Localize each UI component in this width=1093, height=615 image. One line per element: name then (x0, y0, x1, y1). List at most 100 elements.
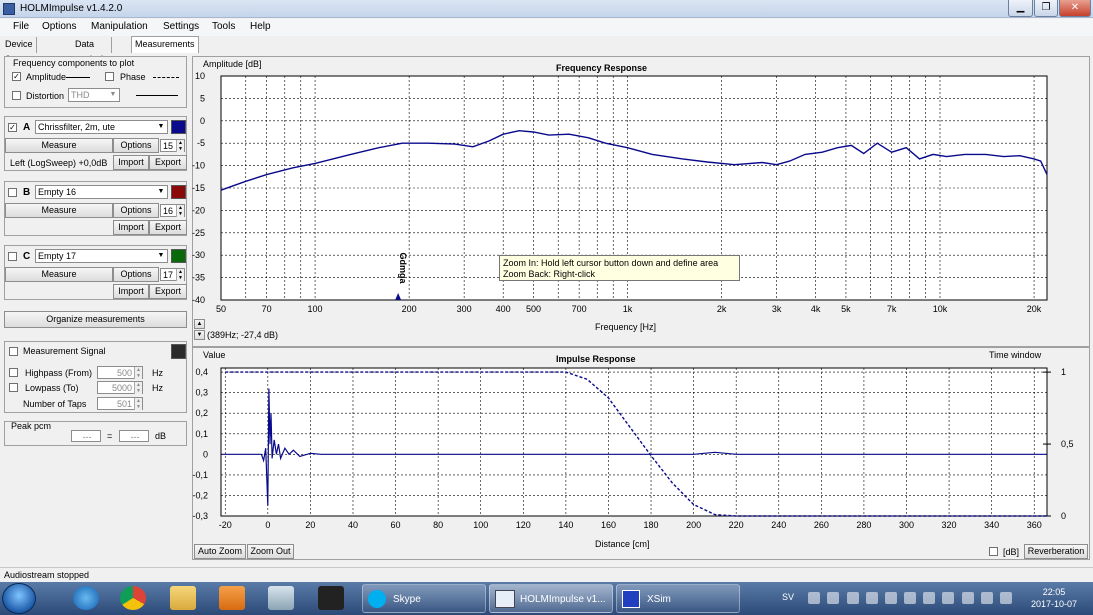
task-skype[interactable]: Skype (362, 584, 486, 613)
options-button-a[interactable]: Options (113, 138, 159, 153)
export-button-b[interactable]: Export (149, 220, 187, 235)
tab-data-analysis[interactable]: Data analysis (72, 37, 112, 64)
menu-help[interactable]: Help (250, 21, 271, 32)
lowpass-checkbox[interactable] (9, 383, 18, 392)
impulse-x-tick-label: 0 (265, 520, 270, 530)
signal-color[interactable] (171, 344, 186, 359)
tray-icon-1[interactable] (808, 592, 820, 604)
notepad-icon[interactable] (268, 586, 294, 610)
measurement-b-checkbox[interactable] (8, 188, 17, 197)
measurement-b-name: Empty 16 (38, 187, 77, 197)
measurement-a-info: Left (LogSweep) +0,0dB (10, 158, 108, 168)
menu-settings[interactable]: Settings (163, 21, 199, 32)
highpass-checkbox[interactable] (9, 368, 18, 377)
freq-y-tick-label: 5 (200, 93, 205, 103)
measurement-b-color[interactable] (171, 185, 186, 199)
amplitude-checkbox[interactable]: ✓ (12, 72, 21, 81)
organize-measurements-button[interactable]: Organize measurements (4, 311, 187, 328)
measurement-c-checkbox[interactable] (8, 252, 17, 261)
spin-arrows-icon[interactable]: ▲ ▼ (176, 205, 184, 217)
measurement-a-color[interactable] (171, 120, 186, 134)
media-player-icon[interactable] (219, 586, 245, 610)
measurement-a-select[interactable]: Chrissfilter, 2m, ute ▼ (35, 120, 168, 134)
task-holmimpulse[interactable]: HOLMImpulse v1... (489, 584, 613, 613)
measurement-b-number-value: 16 (163, 206, 174, 216)
tray-icon-5[interactable] (885, 592, 897, 604)
tray-icon-3[interactable] (847, 592, 859, 604)
spin-arrows-icon[interactable]: ▲ ▼ (176, 140, 184, 152)
impulse-y2-tick-label: 0,5 (1061, 439, 1074, 449)
import-button-a[interactable]: Import (113, 155, 149, 170)
lowpass-input[interactable]: 5000 ▲ ▼ (97, 381, 143, 394)
measure-button-c[interactable]: Measure (5, 267, 113, 282)
tab-measurements[interactable]: Measurements (131, 36, 199, 53)
impulse-y-tick-label: 0,2 (195, 408, 208, 418)
measurement-c-number[interactable]: 17 ▲ ▼ (160, 268, 185, 281)
freq-x-tick-label: 200 (402, 304, 417, 314)
freq-x-tick-label: 7k (887, 304, 897, 314)
freq-y-tick-label: -35 (192, 273, 205, 283)
internet-explorer-icon[interactable] (73, 586, 99, 610)
clock[interactable]: 22:05 2017-10-07 (1024, 586, 1084, 610)
holmimpulse-icon (495, 590, 515, 608)
measure-button-a[interactable]: Measure (5, 138, 113, 153)
import-button-b[interactable]: Import (113, 220, 149, 235)
measurement-b-select[interactable]: Empty 16 ▼ (35, 185, 168, 199)
chrome-icon[interactable] (120, 586, 146, 610)
freq-y-tick-label: -15 (192, 183, 205, 193)
freq-x-tick-label: 700 (572, 304, 587, 314)
highpass-unit: Hz (152, 368, 163, 378)
spin-arrows-icon[interactable]: ▲ ▼ (176, 269, 184, 281)
measurement-c-letter: C (23, 251, 31, 262)
flag-icon[interactable] (981, 592, 993, 604)
tray-icon-4[interactable] (866, 592, 878, 604)
frequency-response-chart[interactable]: 50 70 100 200 300 400 500 700 1k 2k 3k 4k 5k 7k 10k 20k… (192, 56, 1090, 347)
export-button-c[interactable]: Export (149, 284, 187, 299)
measure-button-b[interactable]: Measure (5, 203, 113, 218)
impulse-response-chart[interactable]: -20 0 20 40 60 80 100 120 140 160 180 200 220 240 260 2… (192, 347, 1090, 560)
distortion-type-select[interactable]: THD ▼ (68, 88, 120, 102)
menu-options[interactable]: Options (42, 21, 76, 32)
taskbar: Skype HOLMImpulse v1... XSim SV 22:05 20… (0, 582, 1093, 615)
language-indicator[interactable]: SV (782, 592, 794, 602)
measurement-signal-checkbox[interactable] (9, 347, 18, 356)
import-button-c[interactable]: Import (113, 284, 149, 299)
menu-tools[interactable]: Tools (212, 21, 235, 32)
measurement-b-number[interactable]: 16 ▲ ▼ (160, 204, 185, 217)
minimize-button[interactable]: ▁ (1008, 0, 1033, 17)
menu-file[interactable]: File (13, 21, 29, 32)
measurement-c-color[interactable] (171, 249, 186, 263)
highpass-input[interactable]: 500 ▲ ▼ (97, 366, 143, 379)
folder-icon[interactable] (170, 586, 196, 610)
tray-icon-2[interactable] (827, 592, 839, 604)
tray-icon-6[interactable] (904, 592, 916, 604)
menu-manipulation[interactable]: Manipulation (91, 21, 148, 32)
components-title: Frequency components to plot (13, 58, 135, 68)
spin-arrows-icon[interactable]: ▲ ▼ (134, 398, 142, 410)
status-bar: Audiostream stopped (0, 567, 1093, 581)
measurement-a-number[interactable]: 15 ▲ ▼ (160, 139, 185, 152)
impulse-y-tick-label: -0,3 (192, 511, 208, 521)
taps-input[interactable]: 501 ▲ ▼ (97, 397, 143, 410)
tab-device-signal[interactable]: Device & Signal (2, 37, 37, 79)
phase-checkbox[interactable] (105, 72, 114, 81)
options-button-b[interactable]: Options (113, 203, 159, 218)
export-button-a[interactable]: Export (149, 155, 187, 170)
skype-icon (368, 590, 386, 608)
options-button-c[interactable]: Options (113, 267, 159, 282)
speaker-icon[interactable] (1000, 592, 1012, 604)
spin-arrows-icon[interactable]: ▲ ▼ (134, 382, 142, 394)
start-button[interactable] (2, 583, 36, 614)
maximize-button[interactable]: ❐ (1034, 0, 1058, 17)
close-button[interactable]: ✕ (1059, 0, 1091, 17)
distortion-checkbox[interactable] (12, 91, 21, 100)
freq-x-tick-label: 4k (811, 304, 821, 314)
spin-arrows-icon[interactable]: ▲ ▼ (134, 367, 142, 379)
volume-icon[interactable] (962, 592, 974, 604)
measurement-c-select[interactable]: Empty 17 ▼ (35, 249, 168, 263)
tray-icon-7[interactable] (923, 592, 935, 604)
app-3-icon[interactable] (318, 586, 344, 610)
network-icon[interactable] (942, 592, 954, 604)
measurement-a-checkbox[interactable]: ✓ (8, 123, 17, 132)
task-xsim[interactable]: XSim (616, 584, 740, 613)
